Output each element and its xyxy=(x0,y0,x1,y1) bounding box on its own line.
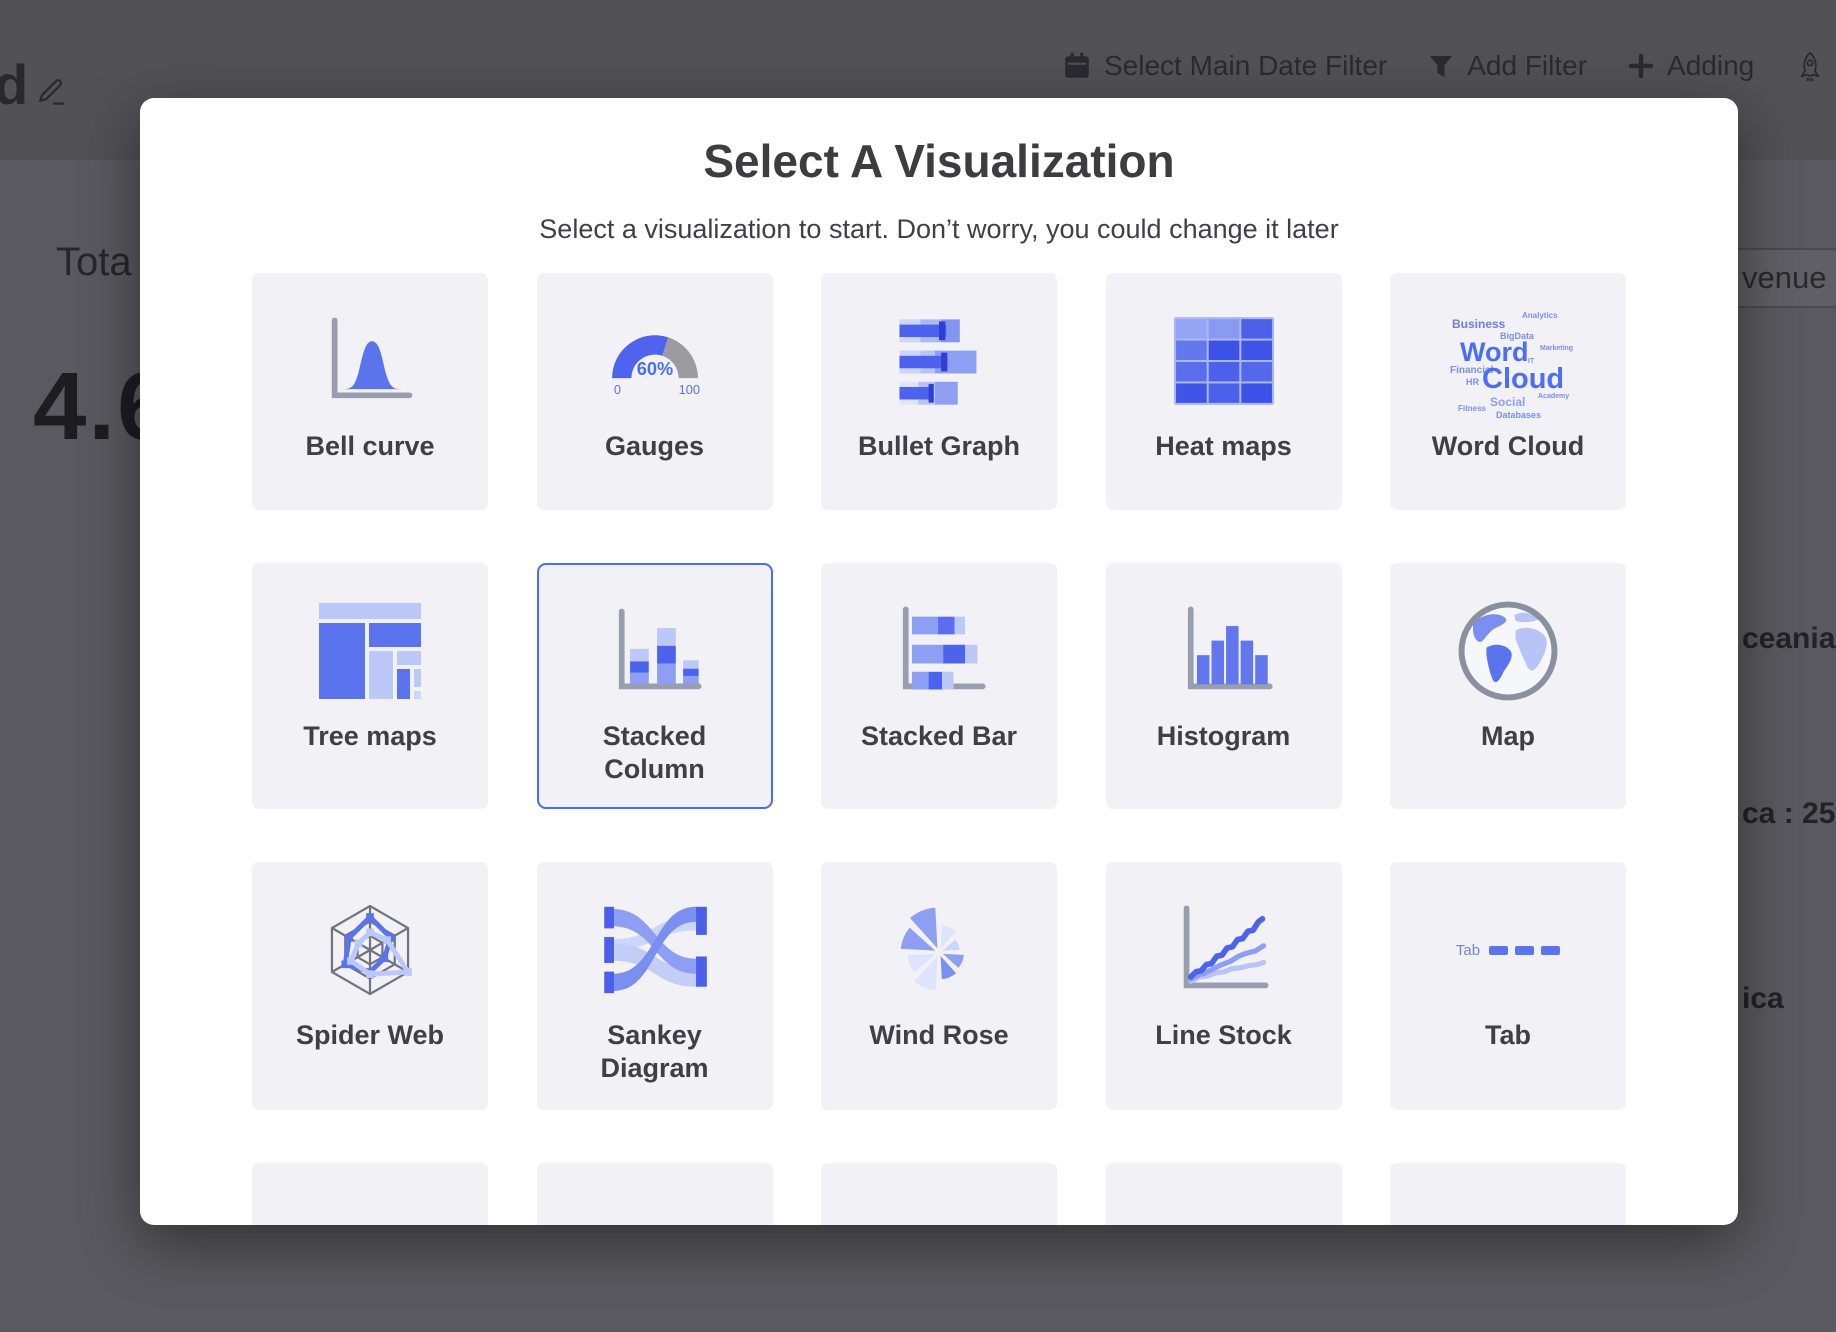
viz-option-label: Bullet Graph xyxy=(847,430,1032,463)
gauge-max: 100 xyxy=(678,382,699,397)
tab-icon: Tab xyxy=(1456,890,1560,1010)
viz-option-heat-maps[interactable]: Heat maps xyxy=(1106,273,1342,510)
viz-option-spider-web[interactable]: Spider Web xyxy=(252,862,488,1110)
viz-option-tree-maps[interactable]: Tree maps xyxy=(252,563,488,809)
rocket-icon xyxy=(1794,50,1826,82)
adding-label: Adding xyxy=(1667,50,1754,82)
viz-option-label: Tree maps xyxy=(278,720,463,753)
tab-icon-text: Tab xyxy=(1456,942,1480,959)
viz-option-label: Stacked Column xyxy=(562,720,747,786)
dashboard-title-fragment: d xyxy=(0,52,28,117)
viz-option-gauges[interactable]: 60% 0 100 Gauges xyxy=(537,273,773,510)
gauge-value: 60% xyxy=(636,358,672,379)
gauge-min: 0 xyxy=(613,382,620,397)
edit-pencil-icon[interactable] xyxy=(36,72,70,106)
viz-option-sankey-diagram[interactable]: Sankey Diagram xyxy=(537,862,773,1110)
plus-icon xyxy=(1627,52,1655,80)
gauge-icon: 60% 0 100 xyxy=(596,301,714,421)
viz-option-line-stock[interactable]: Line Stock xyxy=(1106,862,1342,1110)
dashboard-toolbar: Select Main Date Filter Add Filter Addin… xyxy=(1062,50,1826,82)
viz-option-label: Stacked Bar xyxy=(847,720,1032,753)
viz-option-stub[interactable] xyxy=(1390,1163,1626,1225)
word-cloud-icon: Business Analytics BigData Word Marketin… xyxy=(1438,301,1578,421)
viz-option-bullet-graph[interactable]: Bullet Graph xyxy=(821,273,1057,510)
modal-subtitle: Select a visualization to start. Don’t w… xyxy=(140,214,1738,245)
viz-option-wind-rose[interactable]: Wind Rose xyxy=(821,862,1057,1110)
viz-option-label: Map xyxy=(1416,720,1601,753)
viz-option-map[interactable]: Map xyxy=(1390,563,1626,809)
viz-option-label: Wind Rose xyxy=(847,1019,1032,1052)
line-stock-icon xyxy=(1172,890,1276,1010)
histogram-icon xyxy=(1172,591,1276,711)
bullet-graph-icon xyxy=(887,301,991,421)
viz-option-histogram[interactable]: Histogram xyxy=(1106,563,1342,809)
adding-button[interactable]: Adding xyxy=(1627,50,1754,82)
spider-web-icon xyxy=(315,890,425,1010)
calendar-icon xyxy=(1062,51,1092,81)
visualization-grid: Bell curve 60% 0 100 Gauges xyxy=(252,273,1626,1225)
add-filter-label: Add Filter xyxy=(1467,50,1587,82)
viz-option-label: Tab xyxy=(1416,1019,1601,1052)
viz-option-label: Line Stock xyxy=(1131,1019,1316,1052)
legend-fragment-oceania: ceania : 8 xyxy=(1742,622,1836,656)
viz-option-word-cloud[interactable]: Business Analytics BigData Word Marketin… xyxy=(1390,273,1626,510)
funnel-icon xyxy=(1427,52,1455,80)
viz-option-stub[interactable] xyxy=(537,1163,773,1225)
heat-map-icon xyxy=(1174,301,1274,421)
wind-rose-icon xyxy=(884,890,994,1010)
viz-option-label: Heat maps xyxy=(1131,430,1316,463)
viz-option-stacked-column[interactable]: Stacked Column xyxy=(537,563,773,809)
viz-option-label: Word Cloud xyxy=(1416,430,1601,463)
viz-option-bell-curve[interactable]: Bell curve xyxy=(252,273,488,510)
stacked-bar-icon xyxy=(887,591,991,711)
launch-button[interactable] xyxy=(1794,50,1826,82)
viz-option-label: Spider Web xyxy=(278,1019,463,1052)
viz-option-stub[interactable] xyxy=(821,1163,1057,1225)
legend-fragment-africa: ica xyxy=(1742,982,1784,1016)
viz-option-stub[interactable] xyxy=(252,1163,488,1225)
legend-fragment-america: ca : 25.95 xyxy=(1742,797,1836,831)
viz-option-stacked-bar[interactable]: Stacked Bar xyxy=(821,563,1057,809)
sankey-diagram-icon xyxy=(601,890,709,1010)
tree-map-icon xyxy=(319,591,421,711)
viz-option-stub[interactable] xyxy=(1106,1163,1342,1225)
viz-option-label: Sankey Diagram xyxy=(562,1019,747,1085)
viz-option-label: Bell curve xyxy=(278,430,463,463)
select-main-date-filter-label: Select Main Date Filter xyxy=(1104,50,1387,82)
viz-option-label: Gauges xyxy=(562,430,747,463)
globe-map-icon xyxy=(1454,591,1562,711)
select-main-date-filter-button[interactable]: Select Main Date Filter xyxy=(1062,50,1387,82)
select-visualization-modal: Select A Visualization Select a visualiz… xyxy=(140,98,1738,1225)
viz-option-tab[interactable]: Tab Tab xyxy=(1390,862,1626,1110)
bell-curve-icon xyxy=(318,301,422,421)
add-filter-button[interactable]: Add Filter xyxy=(1427,50,1587,82)
metric-label-fragment: Tota xyxy=(56,240,132,285)
modal-title: Select A Visualization xyxy=(140,134,1738,188)
stacked-column-icon xyxy=(603,591,707,711)
viz-option-label: Histogram xyxy=(1131,720,1316,753)
